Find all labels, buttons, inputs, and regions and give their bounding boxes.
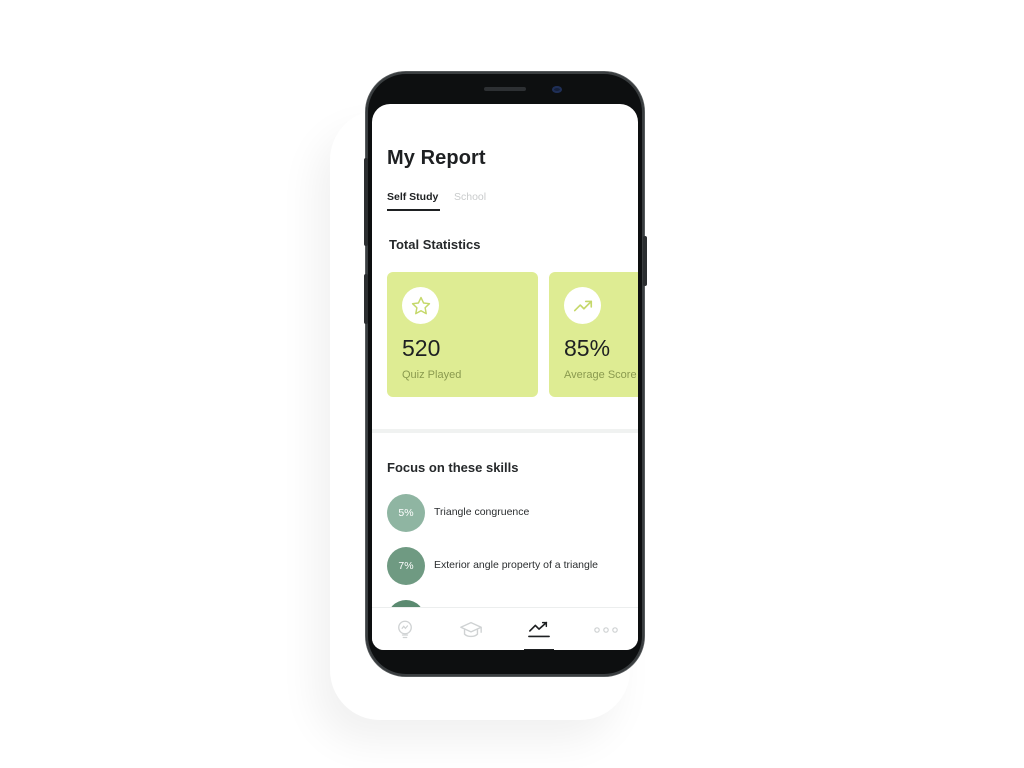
- skill-item-triangle-congruence[interactable]: 5% Triangle congruence: [387, 494, 627, 532]
- nav-item-report[interactable]: [517, 608, 561, 650]
- active-nav-indicator: [524, 649, 554, 650]
- star-icon-badge: [402, 287, 439, 324]
- trending-up-icon-badge: [564, 287, 601, 324]
- stage: My Report Self Study School Total Statis…: [0, 0, 1024, 768]
- bixby-button: [364, 274, 368, 324]
- skill-name: Exterior angle property of a triangle: [434, 559, 599, 571]
- lightbulb-icon: [398, 620, 412, 638]
- earpiece-speaker: [484, 87, 526, 91]
- app-screen: My Report Self Study School Total Statis…: [372, 104, 638, 650]
- average-score-label: Average Score: [564, 369, 637, 381]
- nav-item-learn[interactable]: [449, 608, 493, 650]
- star-icon: [411, 296, 430, 314]
- report-chart-icon: [528, 621, 550, 637]
- total-statistics-heading: Total Statistics: [389, 237, 481, 252]
- active-tab-indicator: [387, 209, 440, 211]
- section-divider: [372, 429, 638, 433]
- stat-card-average-score[interactable]: 85% Average Score: [549, 272, 638, 397]
- focus-skills-heading: Focus on these skills: [387, 460, 519, 475]
- skill-name: Triangle congruence: [434, 506, 530, 518]
- stat-card-quiz-played[interactable]: 520 Quiz Played: [387, 272, 538, 397]
- average-score-value: 85%: [564, 335, 611, 361]
- more-dots-icon: [594, 626, 618, 633]
- front-camera: [552, 86, 562, 93]
- page-title: My Report: [387, 147, 486, 169]
- power-button: [643, 236, 647, 286]
- nav-item-ideas[interactable]: [383, 608, 427, 650]
- graduation-cap-icon: [460, 621, 482, 637]
- skill-percent-badge: 5%: [387, 494, 425, 532]
- bottom-navigation: [372, 607, 638, 650]
- skill-item-exterior-angle[interactable]: 7% Exterior angle property of a triangle: [387, 547, 627, 585]
- quiz-played-value: 520: [402, 335, 441, 361]
- tab-self-study[interactable]: Self Study: [387, 191, 438, 203]
- nav-item-more[interactable]: [584, 608, 628, 650]
- trending-up-icon: [573, 300, 592, 311]
- skill-percent-badge: 7%: [387, 547, 425, 585]
- quiz-played-label: Quiz Played: [402, 369, 462, 381]
- volume-button: [364, 158, 368, 246]
- tab-school[interactable]: School: [454, 191, 486, 203]
